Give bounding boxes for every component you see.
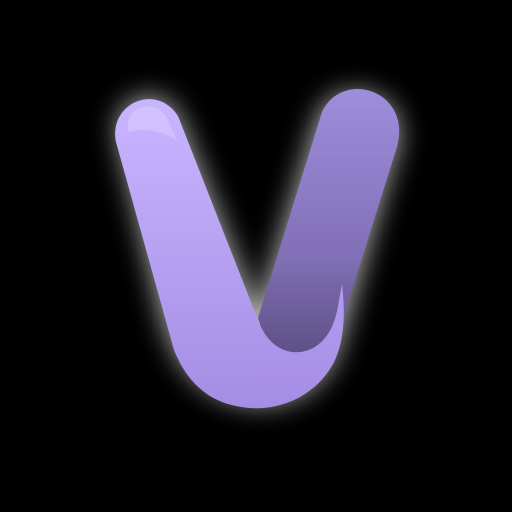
app-icon [0,0,512,512]
v-logo-icon [115,88,400,409]
